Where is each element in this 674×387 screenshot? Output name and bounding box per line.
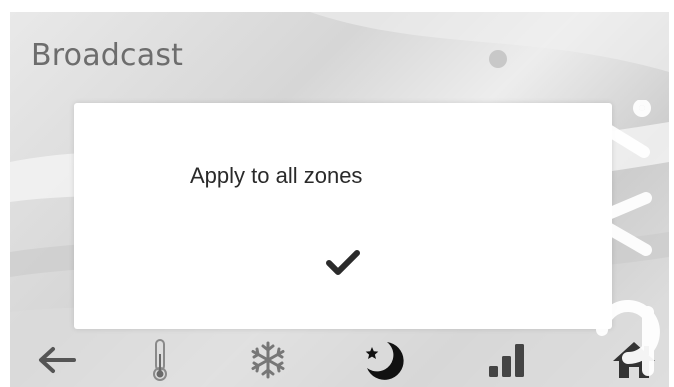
cooling-button[interactable] [233,332,303,387]
page-title: Broadcast [31,38,184,73]
dialog-message: Apply to all zones [190,163,363,188]
checkmark-icon [326,250,360,275]
status-dot [489,50,507,68]
home-icon [613,341,655,378]
back-button[interactable] [21,332,91,387]
moon-star-icon [365,341,404,380]
home-button[interactable] [599,332,669,387]
confirm-dialog: Apply to all zones [74,103,612,329]
arrow-left-icon [39,346,76,373]
bottom-nav [10,332,669,387]
temperature-button[interactable] [125,332,195,387]
snowflake-icon [251,341,285,378]
signal-bars-icon [489,343,524,377]
confirm-button[interactable] [308,233,378,293]
thermostat-screen: Broadcast Apply to all zones [10,12,669,387]
signal-button[interactable] [472,332,542,387]
thermometer-icon [153,338,167,381]
night-mode-button[interactable] [348,332,418,387]
